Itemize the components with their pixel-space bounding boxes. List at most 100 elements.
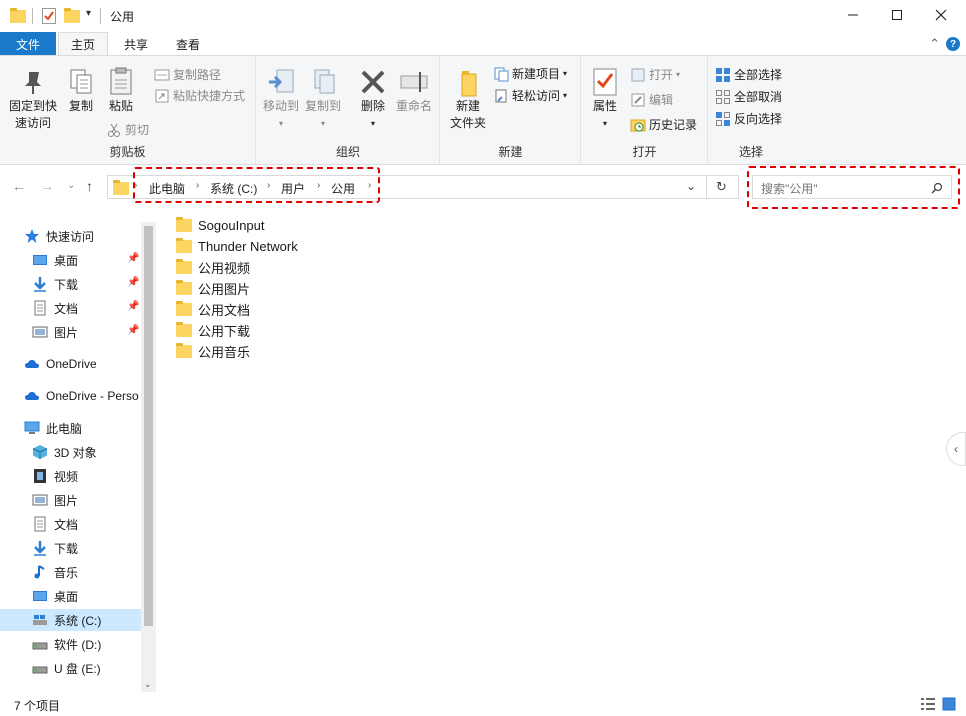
delete-button[interactable]: 删除 ▾ [355, 66, 391, 132]
open-button[interactable]: 打开 ▾ [630, 66, 680, 83]
select-none-button[interactable]: 全部取消 [715, 88, 782, 105]
properties-quick-icon[interactable] [42, 8, 56, 24]
address-dropdown-icon[interactable]: ⌄ [686, 179, 696, 193]
sidebar-item-pc-pictures[interactable]: 图片 [32, 489, 78, 511]
cut-button[interactable]: 剪切 [106, 121, 149, 138]
list-item[interactable]: SogouInput [176, 215, 265, 236]
sidebar-item-pc-desktop[interactable]: 桌面 [32, 585, 78, 607]
customize-quick-access-icon[interactable]: ▾ [86, 8, 91, 19]
paste-button[interactable]: 粘贴 [104, 66, 138, 115]
rename-button[interactable]: 重命名 [393, 66, 435, 115]
search-box[interactable]: 搜索"公用" [752, 175, 952, 199]
pin-to-quick-access-button[interactable]: 固定到快 速访问 [6, 66, 60, 132]
sidebar-item-software-d[interactable]: 软件 (D:) [32, 633, 101, 655]
sidebar-item-3d-objects[interactable]: 3D 对象 [32, 441, 97, 463]
chevron-left-icon[interactable]: ‹ [946, 432, 966, 466]
copy-to-button[interactable]: 复制到 ▾ [303, 66, 343, 132]
dropdown-icon: ▾ [563, 91, 568, 100]
breadcrumb-this-pc[interactable]: 此电脑 [149, 180, 185, 197]
select-all-button[interactable]: 全部选择 [715, 66, 782, 83]
breadcrumb-public[interactable]: 公用 [331, 180, 355, 197]
new-folder-quick-icon[interactable] [64, 8, 80, 23]
sidebar-item-pc-downloads[interactable]: 下载 [32, 537, 78, 559]
paste-shortcut-button[interactable]: 粘贴快捷方式 [154, 87, 245, 104]
sidebar-item-usb-e[interactable]: U 盘 (E:) [32, 657, 101, 679]
forward-arrow-icon[interactable]: → [40, 178, 54, 194]
sidebar-item-downloads[interactable]: 下载 [32, 273, 78, 295]
folder-icon [176, 238, 192, 253]
pin-icon[interactable]: 📌 [127, 325, 139, 336]
collapse-ribbon-icon[interactable]: ⌃ [929, 36, 940, 52]
new-group-label: 新建 [498, 145, 523, 159]
chevron-right-icon[interactable]: › [317, 180, 320, 191]
breadcrumb-system-c[interactable]: 系统 (C:) [210, 180, 257, 197]
new-item-button[interactable]: 新建项目 ▾ [493, 65, 567, 82]
tab-view[interactable]: 查看 [164, 32, 212, 56]
properties-label: 属性 [592, 99, 617, 113]
refresh-icon[interactable]: ↻ [716, 179, 727, 195]
divider [32, 8, 33, 24]
folder-icon [176, 343, 192, 358]
address-bar[interactable]: › 此电脑 › 系统 (C:) › 用户 › 公用 › ⌄ ↻ [107, 175, 739, 199]
search-input[interactable]: 搜索"公用" [761, 180, 818, 197]
tab-home[interactable]: 主页 [58, 32, 108, 56]
sidebar-item-documents[interactable]: 文档 [32, 297, 78, 319]
pin-icon[interactable]: 📌 [127, 253, 139, 264]
large-icons-view-icon[interactable] [942, 697, 956, 711]
sidebar-item-label: 系统 (C:) [54, 613, 102, 628]
list-item[interactable]: Thunder Network [176, 236, 298, 257]
new-folder-button[interactable]: 新建 文件夹 [447, 66, 489, 132]
chevron-right-icon[interactable]: › [368, 180, 371, 191]
move-to-button[interactable]: 移动到 ▾ [261, 66, 301, 132]
cube-icon [32, 445, 48, 459]
cloud-icon [25, 359, 39, 368]
sidebar-item-videos[interactable]: 视频 [32, 465, 78, 487]
minimize-button[interactable] [830, 0, 876, 30]
scroll-down-icon[interactable]: ⌄ [144, 679, 152, 690]
maximize-button[interactable] [874, 0, 920, 30]
sidebar-item-onedrive-personal[interactable]: OneDrive - Perso [24, 385, 141, 407]
chevron-right-icon[interactable]: › [196, 180, 199, 191]
scrollbar-thumb[interactable] [144, 226, 153, 626]
chevron-right-icon[interactable]: › [134, 180, 137, 191]
sidebar-item-pc-documents[interactable]: 文档 [32, 513, 78, 535]
pin-icon[interactable]: 📌 [127, 301, 139, 312]
breadcrumb-users[interactable]: 用户 [281, 180, 305, 197]
close-button[interactable] [918, 0, 964, 30]
chevron-right-icon[interactable]: › [267, 180, 270, 191]
sidebar-item-music[interactable]: 音乐 [32, 561, 78, 583]
recent-locations-icon[interactable]: ⌄ [67, 180, 75, 191]
sidebar-item-pictures[interactable]: 图片 [32, 321, 78, 343]
sidebar-item-system-c[interactable]: 系统 (C:) [0, 609, 141, 631]
list-item[interactable]: 公用音乐 [176, 341, 250, 362]
sidebar-item-label: 图片 [54, 325, 79, 340]
tab-share[interactable]: 共享 [112, 32, 160, 56]
list-item[interactable]: 公用图片 [176, 278, 250, 299]
sidebar-item-quick-access[interactable]: 快速访问 [24, 225, 94, 247]
history-button[interactable]: 历史记录 [630, 116, 697, 133]
easy-access-button[interactable]: 轻松访问 ▾ [493, 87, 567, 104]
list-item[interactable]: 公用文档 [176, 299, 250, 320]
tab-file[interactable]: 文件 [0, 32, 56, 56]
sidebar-item-label: 视频 [54, 469, 79, 484]
copy-button[interactable]: 复制 [64, 66, 98, 115]
details-view-icon[interactable] [920, 697, 936, 711]
sidebar-scrollbar[interactable]: ⌄ [141, 222, 156, 692]
list-item[interactable]: 公用下载 [176, 320, 250, 341]
pin-icon[interactable]: 📌 [127, 277, 139, 288]
paste-label: 粘贴 [108, 99, 133, 113]
edit-icon [631, 93, 645, 106]
search-icon[interactable] [931, 182, 943, 194]
folder-icon [10, 8, 26, 23]
copy-path-button[interactable]: 复制路径 [154, 66, 221, 83]
back-arrow-icon[interactable]: ← [12, 178, 26, 194]
sidebar-item-onedrive[interactable]: OneDrive [24, 353, 97, 375]
up-arrow-icon[interactable]: ↑ [86, 178, 93, 194]
sidebar-item-desktop[interactable]: 桌面 [32, 249, 78, 271]
list-item[interactable]: 公用视频 [176, 257, 250, 278]
sidebar-item-this-pc[interactable]: 此电脑 [24, 417, 82, 439]
edit-button[interactable]: 编辑 [630, 91, 673, 108]
help-icon[interactable]: ? [946, 37, 960, 51]
invert-selection-button[interactable]: 反向选择 [715, 110, 782, 127]
properties-button[interactable]: 属性 ▾ [588, 66, 622, 132]
